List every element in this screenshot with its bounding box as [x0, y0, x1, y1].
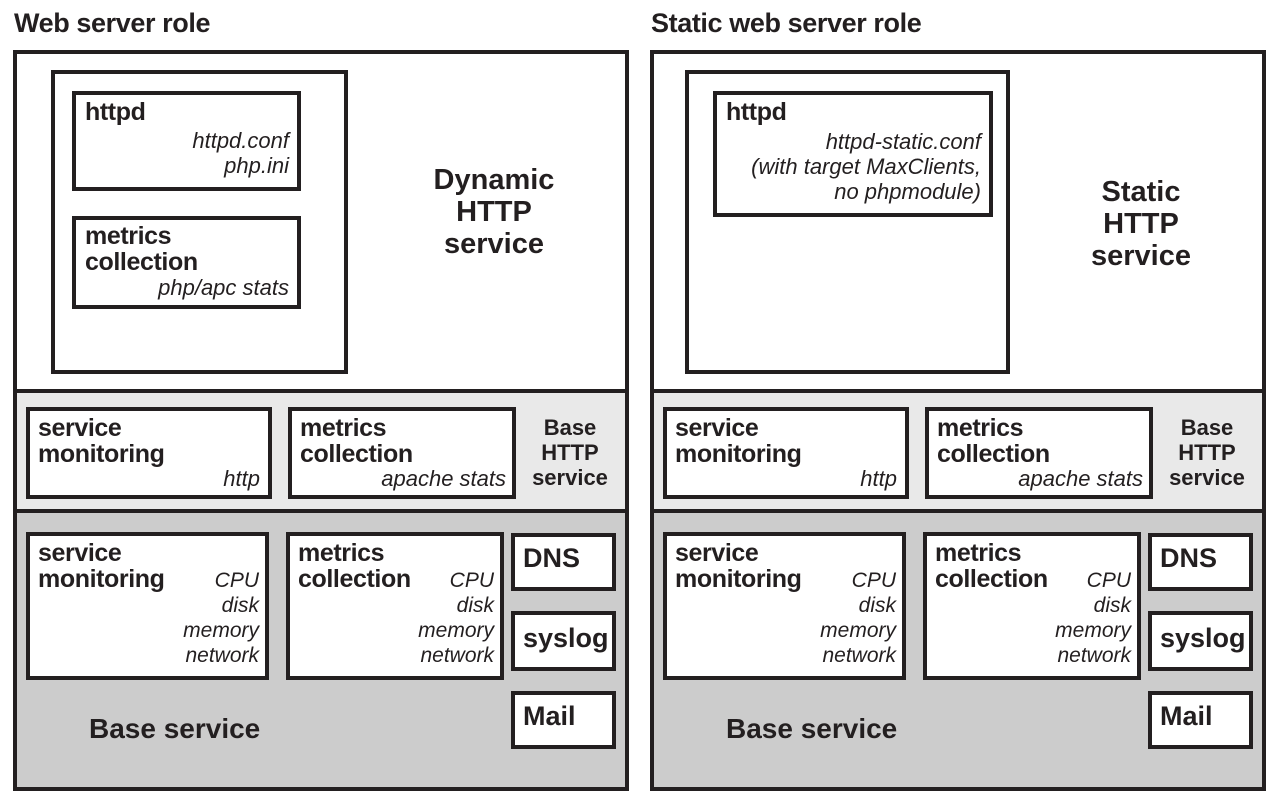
left-panel-title: Web server role [14, 8, 211, 38]
right-base-service-band: service monitoring CPU disk memory netwo… [654, 509, 1262, 787]
right-static-http-container: httpd httpd-static.conf (with target Max… [685, 70, 1010, 374]
left-metrics-collection-name: metrics collection [85, 222, 198, 276]
right-syslog-label: syslog [1160, 623, 1246, 653]
left-http-metrics-collection-box: metrics collection apache stats [288, 407, 516, 499]
left-dynamic-http-band: httpd httpd.conf php.ini metrics collect… [17, 54, 625, 389]
left-mail-box: Mail [511, 691, 616, 749]
left-httpd-config: httpd.conf php.ini [192, 128, 289, 178]
right-panel-title: Static web server role [651, 8, 922, 38]
left-base-service-monitoring-box: service monitoring CPU disk memory netwo… [26, 532, 269, 680]
left-base-http-service-label: Base HTTP service [532, 415, 608, 490]
right-static-http-service-label: Static HTTP service [1091, 176, 1191, 272]
right-http-service-monitoring-items: http [860, 466, 897, 491]
left-syslog-box: syslog [511, 611, 616, 671]
left-base-metrics-collection-box: metrics collection CPU disk memory netwo… [286, 532, 504, 680]
left-metrics-collection-box: metrics collection php/apc stats [72, 216, 301, 309]
left-syslog-label: syslog [523, 623, 609, 653]
right-base-service-monitoring-items: CPU disk memory network [820, 569, 896, 667]
right-httpd-name: httpd [726, 98, 787, 126]
right-httpd-config: httpd-static.conf (with target MaxClient… [751, 129, 981, 204]
right-http-metrics-collection-box: metrics collection apache stats [925, 407, 1153, 499]
right-static-http-band: httpd httpd-static.conf (with target Max… [654, 54, 1262, 389]
left-base-service-band: service monitoring CPU disk memory netwo… [17, 509, 625, 787]
left-dynamic-http-service-label: Dynamic HTTP service [433, 164, 555, 260]
right-mail-box: Mail [1148, 691, 1253, 749]
left-dynamic-http-container: httpd httpd.conf php.ini metrics collect… [51, 70, 348, 374]
static-web-server-role-panel: httpd httpd-static.conf (with target Max… [650, 50, 1266, 791]
left-httpd-box: httpd httpd.conf php.ini [72, 91, 301, 191]
left-http-service-monitoring-name: service monitoring [38, 414, 165, 468]
left-dns-box: DNS [511, 533, 616, 591]
left-http-service-monitoring-items: http [223, 466, 260, 491]
web-server-role-panel: httpd httpd.conf php.ini metrics collect… [13, 50, 629, 791]
right-dns-box: DNS [1148, 533, 1253, 591]
left-base-service-monitoring-items: CPU disk memory network [183, 569, 259, 667]
left-base-metrics-collection-items: CPU disk memory network [418, 569, 494, 667]
left-http-metrics-collection-items: apache stats [381, 466, 506, 491]
left-http-service-monitoring-box: service monitoring http [26, 407, 272, 499]
left-httpd-name: httpd [85, 98, 146, 126]
left-mail-label: Mail [523, 701, 576, 731]
right-base-service-monitoring-box: service monitoring CPU disk memory netwo… [663, 532, 906, 680]
right-http-metrics-collection-name: metrics collection [937, 414, 1050, 468]
left-http-metrics-collection-name: metrics collection [300, 414, 413, 468]
left-base-service-label: Base service [89, 713, 261, 744]
left-base-http-service-band: service monitoring http metrics collecti… [17, 389, 625, 509]
right-base-http-service-label: Base HTTP service [1169, 415, 1245, 490]
left-metrics-collection-config: php/apc stats [158, 275, 289, 300]
left-base-service-monitoring-name: service monitoring [38, 539, 165, 593]
left-dns-label: DNS [523, 543, 581, 573]
right-syslog-box: syslog [1148, 611, 1253, 671]
right-http-service-monitoring-box: service monitoring http [663, 407, 909, 499]
right-base-http-service-band: service monitoring http metrics collecti… [654, 389, 1262, 509]
right-mail-label: Mail [1160, 701, 1213, 731]
diagram-canvas: Web server role httpd httpd.conf php.ini… [0, 0, 1277, 801]
right-base-metrics-collection-box: metrics collection CPU disk memory netwo… [923, 532, 1141, 680]
right-http-service-monitoring-name: service monitoring [675, 414, 802, 468]
right-dns-label: DNS [1160, 543, 1218, 573]
right-http-metrics-collection-items: apache stats [1018, 466, 1143, 491]
right-base-service-monitoring-name: service monitoring [675, 539, 802, 593]
right-base-service-label: Base service [726, 713, 898, 744]
right-base-metrics-collection-items: CPU disk memory network [1055, 569, 1131, 667]
right-httpd-box: httpd httpd-static.conf (with target Max… [713, 91, 993, 217]
